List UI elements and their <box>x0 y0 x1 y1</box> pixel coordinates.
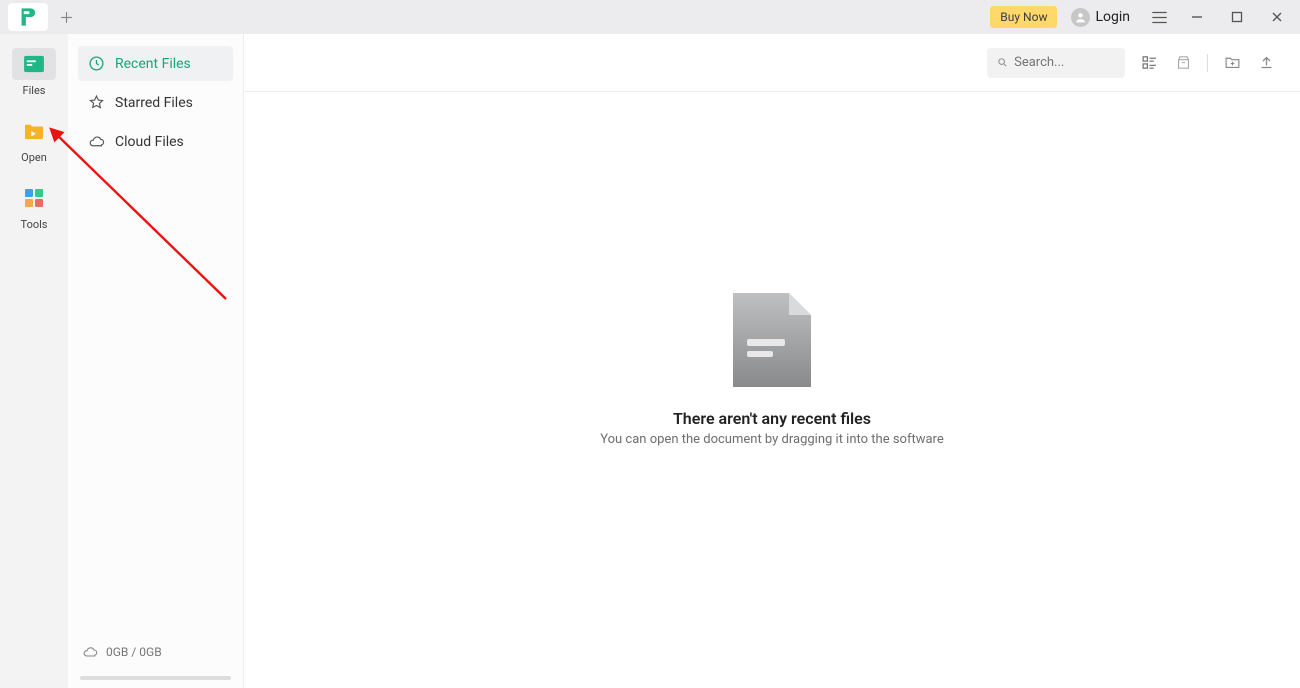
cloud-icon <box>82 644 98 660</box>
open-folder-icon <box>24 122 44 140</box>
rail-item-files[interactable]: Files <box>8 48 60 97</box>
upload-icon <box>1258 54 1275 71</box>
sidebar-item-label: Recent Files <box>115 56 191 72</box>
clock-icon <box>88 55 105 72</box>
plus-icon <box>60 11 73 24</box>
close-button[interactable] <box>1260 4 1294 30</box>
storage-indicator: 0GB / 0GB <box>68 634 243 676</box>
upload-button[interactable] <box>1256 53 1276 73</box>
rail-label: Tools <box>21 218 48 231</box>
sidebar-item-recent-files[interactable]: Recent Files <box>78 46 233 81</box>
separator <box>1207 54 1208 72</box>
sidebar-item-starred-files[interactable]: Starred Files <box>78 85 233 120</box>
sidebar-item-cloud-files[interactable]: Cloud Files <box>78 124 233 159</box>
empty-subtitle: You can open the document by dragging it… <box>600 432 944 447</box>
titlebar-left <box>0 0 80 34</box>
rail-label: Files <box>23 84 46 97</box>
app-logo-icon <box>19 7 37 27</box>
avatar-icon <box>1071 8 1090 27</box>
hamburger-icon <box>1152 11 1167 24</box>
new-tab-button[interactable] <box>52 3 80 31</box>
cloud-icon <box>88 133 105 150</box>
sidebar-item-label: Cloud Files <box>115 134 184 150</box>
add-folder-icon <box>1224 54 1241 71</box>
menu-button[interactable] <box>1144 4 1174 30</box>
app-logo-tab[interactable] <box>8 3 48 31</box>
files-icon <box>23 55 45 73</box>
main-area: There aren't any recent files You can op… <box>244 34 1300 688</box>
empty-state: There aren't any recent files You can op… <box>244 72 1300 668</box>
login-button[interactable]: Login <box>1063 6 1138 29</box>
view-list-button[interactable] <box>1139 53 1159 73</box>
sidebar-item-label: Starred Files <box>115 95 193 111</box>
buy-now-button[interactable]: Buy Now <box>990 6 1057 28</box>
template-button[interactable] <box>1173 53 1193 73</box>
rail-item-tools[interactable]: Tools <box>8 182 60 231</box>
maximize-icon <box>1230 10 1244 24</box>
login-label: Login <box>1095 9 1130 25</box>
titlebar: Buy Now Login <box>0 0 1300 34</box>
empty-title: There aren't any recent files <box>673 409 871 428</box>
rail-label: Open <box>21 151 47 164</box>
maximize-button[interactable] <box>1220 4 1254 30</box>
minimize-button[interactable] <box>1180 4 1214 30</box>
empty-document-icon <box>733 293 811 387</box>
search-input[interactable] <box>1014 55 1115 70</box>
titlebar-right: Buy Now Login <box>990 4 1294 30</box>
minimize-icon <box>1190 10 1204 24</box>
sidebar: Recent Files Starred Files Cloud Files 0… <box>68 34 244 688</box>
new-folder-button[interactable] <box>1222 53 1242 73</box>
star-icon <box>88 94 105 111</box>
rail-item-open[interactable]: Open <box>8 115 60 164</box>
close-icon <box>1270 10 1284 24</box>
storage-text: 0GB / 0GB <box>106 645 162 659</box>
template-icon <box>1175 54 1192 71</box>
left-rail: Files Open <box>0 34 68 688</box>
search-icon <box>997 56 1008 69</box>
tools-grid-icon <box>24 188 44 208</box>
list-view-icon <box>1141 54 1158 71</box>
